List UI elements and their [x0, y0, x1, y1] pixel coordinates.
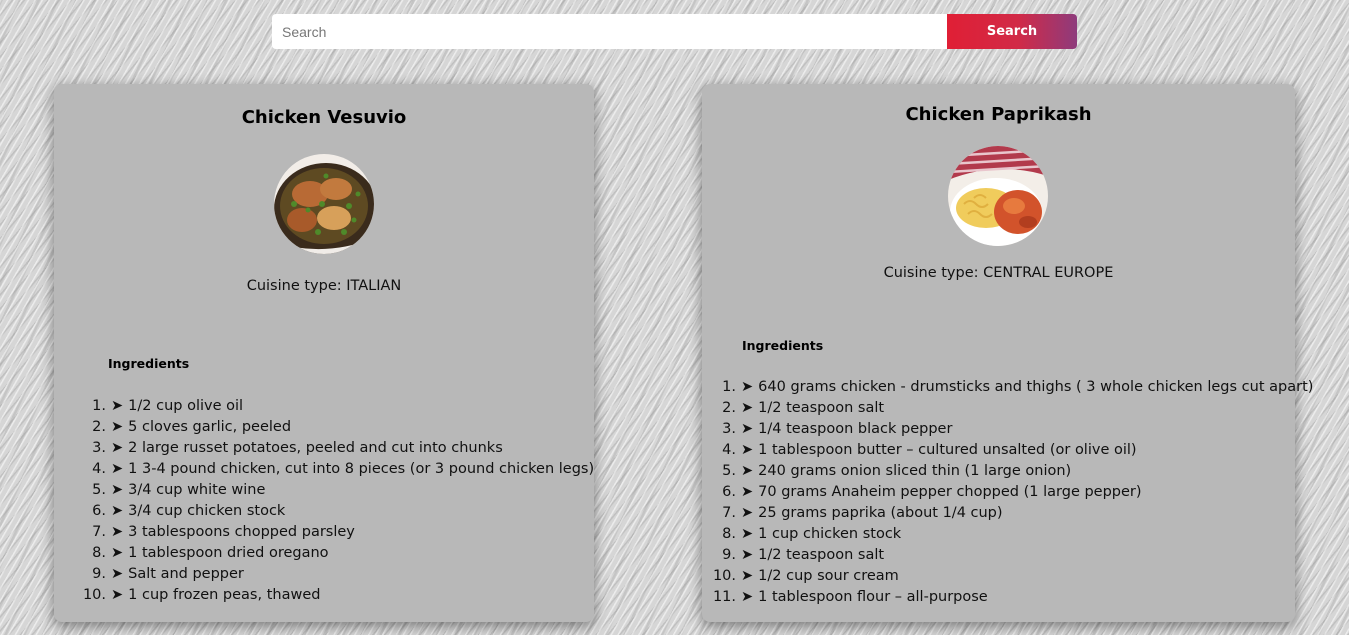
ingredient-number: 7.	[722, 505, 736, 521]
ingredient-number: 10.	[712, 568, 736, 584]
arrow-bullet-icon: ➤	[741, 421, 754, 437]
ingredient-number: 2.	[722, 400, 736, 416]
ingredient-text: 1/2 cup sour cream	[758, 568, 899, 584]
ingredient-number: 4.	[722, 442, 736, 458]
ingredient-text: 25 grams paprika (about 1/4 cup)	[758, 505, 1003, 521]
ingredient-text: 1/2 teaspoon salt	[758, 547, 885, 563]
recipe-card-chicken-vesuvio: Chicken Vesuvio Cuisine type: ITALIAN In…	[54, 84, 594, 622]
arrow-bullet-icon: ➤	[741, 589, 754, 605]
ingredient-number: 4.	[92, 461, 106, 477]
ingredient-item: 10. ➤ 1 cup frozen peas, thawed	[78, 585, 594, 606]
arrow-bullet-icon: ➤	[741, 463, 754, 479]
ingredient-item: 4. ➤ 1 3-4 pound chicken, cut into 8 piece…	[78, 459, 594, 480]
ingredient-number: 7.	[92, 524, 106, 540]
ingredient-text: 3/4 cup chicken stock	[128, 503, 286, 519]
ingredient-item: 7. ➤ 3 tablespoons chopped parsley	[78, 522, 594, 543]
arrow-bullet-icon: ➤	[741, 526, 754, 542]
arrow-bullet-icon: ➤	[111, 440, 124, 456]
arrow-bullet-icon: ➤	[111, 566, 124, 582]
ingredient-number: 1.	[92, 398, 106, 414]
ingredient-number: 3.	[92, 440, 106, 456]
ingredient-number: 3.	[722, 421, 736, 437]
ingredient-item: 8. ➤ 1 tablespoon dried oregano	[78, 543, 594, 564]
ingredient-item: 6. ➤ 70 grams Anaheim pepper chopped (1 la…	[708, 482, 1313, 503]
ingredient-number: 8.	[92, 545, 106, 561]
ingredient-text: 1 3-4 pound chicken, cut into 8 pieces (…	[128, 461, 595, 477]
ingredient-text: 3/4 cup white wine	[128, 482, 266, 498]
chicken-paprikash-photo	[948, 146, 1048, 246]
ingredient-text: 1 tablespoon dried oregano	[128, 545, 329, 561]
ingredient-item: 11. ➤ 1 tablespoon flour – all-purpose	[708, 587, 1313, 608]
search-input[interactable]	[272, 14, 947, 49]
ingredient-item: 9. ➤ Salt and pepper	[78, 564, 594, 585]
ingredients-list: 1. ➤ 640 grams chicken - drumsticks and th…	[708, 377, 1313, 608]
chicken-vesuvio-photo	[274, 154, 374, 254]
arrow-bullet-icon: ➤	[111, 587, 124, 603]
arrow-bullet-icon: ➤	[111, 503, 124, 519]
recipe-card-chicken-paprikash: Chicken Paprikash Cuisine type: CENTRAL …	[702, 84, 1313, 622]
search-button[interactable]: Search	[947, 14, 1077, 49]
ingredient-number: 6.	[722, 484, 736, 500]
arrow-bullet-icon: ➤	[741, 379, 754, 395]
arrow-bullet-icon: ➤	[111, 461, 124, 477]
ingredient-text: 2 large russet potatoes, peeled and cut …	[128, 440, 503, 456]
ingredient-item: 4. ➤ 1 tablespoon butter – cultured unsalt…	[708, 440, 1313, 461]
ingredient-item: 8. ➤ 1 cup chicken stock	[708, 524, 1313, 545]
arrow-bullet-icon: ➤	[111, 419, 124, 435]
ingredient-text: 240 grams onion sliced thin (1 large oni…	[758, 463, 1072, 479]
ingredient-number: 2.	[92, 419, 106, 435]
arrow-bullet-icon: ➤	[741, 568, 754, 584]
ingredient-number: 5.	[722, 463, 736, 479]
arrow-bullet-icon: ➤	[741, 400, 754, 416]
ingredient-number: 6.	[92, 503, 106, 519]
ingredient-item: 5. ➤ 240 grams onion sliced thin (1 large …	[708, 461, 1313, 482]
ingredient-item: 9. ➤ 1/2 teaspoon salt	[708, 545, 1313, 566]
ingredient-item: 7. ➤ 25 grams paprika (about 1/4 cup)	[708, 503, 1313, 524]
ingredient-item: 6. ➤ 3/4 cup chicken stock	[78, 501, 594, 522]
ingredient-text: 1/2 cup olive oil	[128, 398, 244, 414]
ingredient-text: 1/4 teaspoon black pepper	[758, 421, 953, 437]
cuisine-type: Cuisine type: ITALIAN	[246, 278, 402, 294]
ingredient-item: 1. ➤ 640 grams chicken - drumsticks and th…	[708, 377, 1313, 398]
ingredient-text: 640 grams chicken - drumsticks and thigh…	[758, 379, 1314, 395]
cuisine-type: Cuisine type: CENTRAL EUROPE	[883, 265, 1114, 281]
ingredient-text: 5 cloves garlic, peeled	[128, 419, 292, 435]
ingredient-number: 9.	[92, 566, 106, 582]
ingredient-item: 3. ➤ 2 large russet potatoes, peeled and c…	[78, 438, 594, 459]
ingredient-text: 1 tablespoon flour – all-purpose	[758, 589, 988, 605]
ingredient-text: 1 cup chicken stock	[758, 526, 902, 542]
ingredient-item: 10. ➤ 1/2 cup sour cream	[708, 566, 1313, 587]
arrow-bullet-icon: ➤	[741, 505, 754, 521]
arrow-bullet-icon: ➤	[111, 482, 124, 498]
ingredient-text: 1 cup frozen peas, thawed	[128, 587, 321, 603]
arrow-bullet-icon: ➤	[111, 524, 124, 540]
ingredient-number: 1.	[722, 379, 736, 395]
arrow-bullet-icon: ➤	[741, 484, 754, 500]
arrow-bullet-icon: ➤	[111, 398, 124, 414]
ingredient-number: 9.	[722, 547, 736, 563]
arrow-bullet-icon: ➤	[111, 545, 124, 561]
ingredient-number: 8.	[722, 526, 736, 542]
ingredient-item: 2. ➤ 5 cloves garlic, peeled	[78, 417, 594, 438]
ingredient-text: 3 tablespoons chopped parsley	[128, 524, 355, 540]
search-bar: Search	[272, 14, 1077, 49]
ingredient-text: 70 grams Anaheim pepper chopped (1 large…	[758, 484, 1142, 500]
ingredient-item: 1. ➤ 1/2 cup olive oil	[78, 396, 594, 417]
ingredient-text: Salt and pepper	[128, 566, 244, 582]
ingredients-heading: Ingredients	[742, 338, 824, 353]
arrow-bullet-icon: ➤	[741, 442, 754, 458]
ingredients-list: 1. ➤ 1/2 cup olive oil 2. ➤ 5 cloves garlic, …	[78, 396, 594, 606]
ingredient-number: 5.	[92, 482, 106, 498]
ingredient-number: 11.	[712, 589, 736, 605]
recipe-title: Chicken Vesuvio	[241, 107, 407, 128]
ingredient-item: 3. ➤ 1/4 teaspoon black pepper	[708, 419, 1313, 440]
ingredient-item: 5. ➤ 3/4 cup white wine	[78, 480, 594, 501]
ingredient-number: 10.	[82, 587, 106, 603]
ingredient-text: 1 tablespoon butter – cultured unsalted …	[758, 442, 1137, 458]
ingredient-item: 2. ➤ 1/2 teaspoon salt	[708, 398, 1313, 419]
ingredient-text: 1/2 teaspoon salt	[758, 400, 885, 416]
arrow-bullet-icon: ➤	[741, 547, 754, 563]
recipe-title: Chicken Paprikash	[905, 104, 1092, 125]
ingredients-heading: Ingredients	[108, 356, 190, 371]
